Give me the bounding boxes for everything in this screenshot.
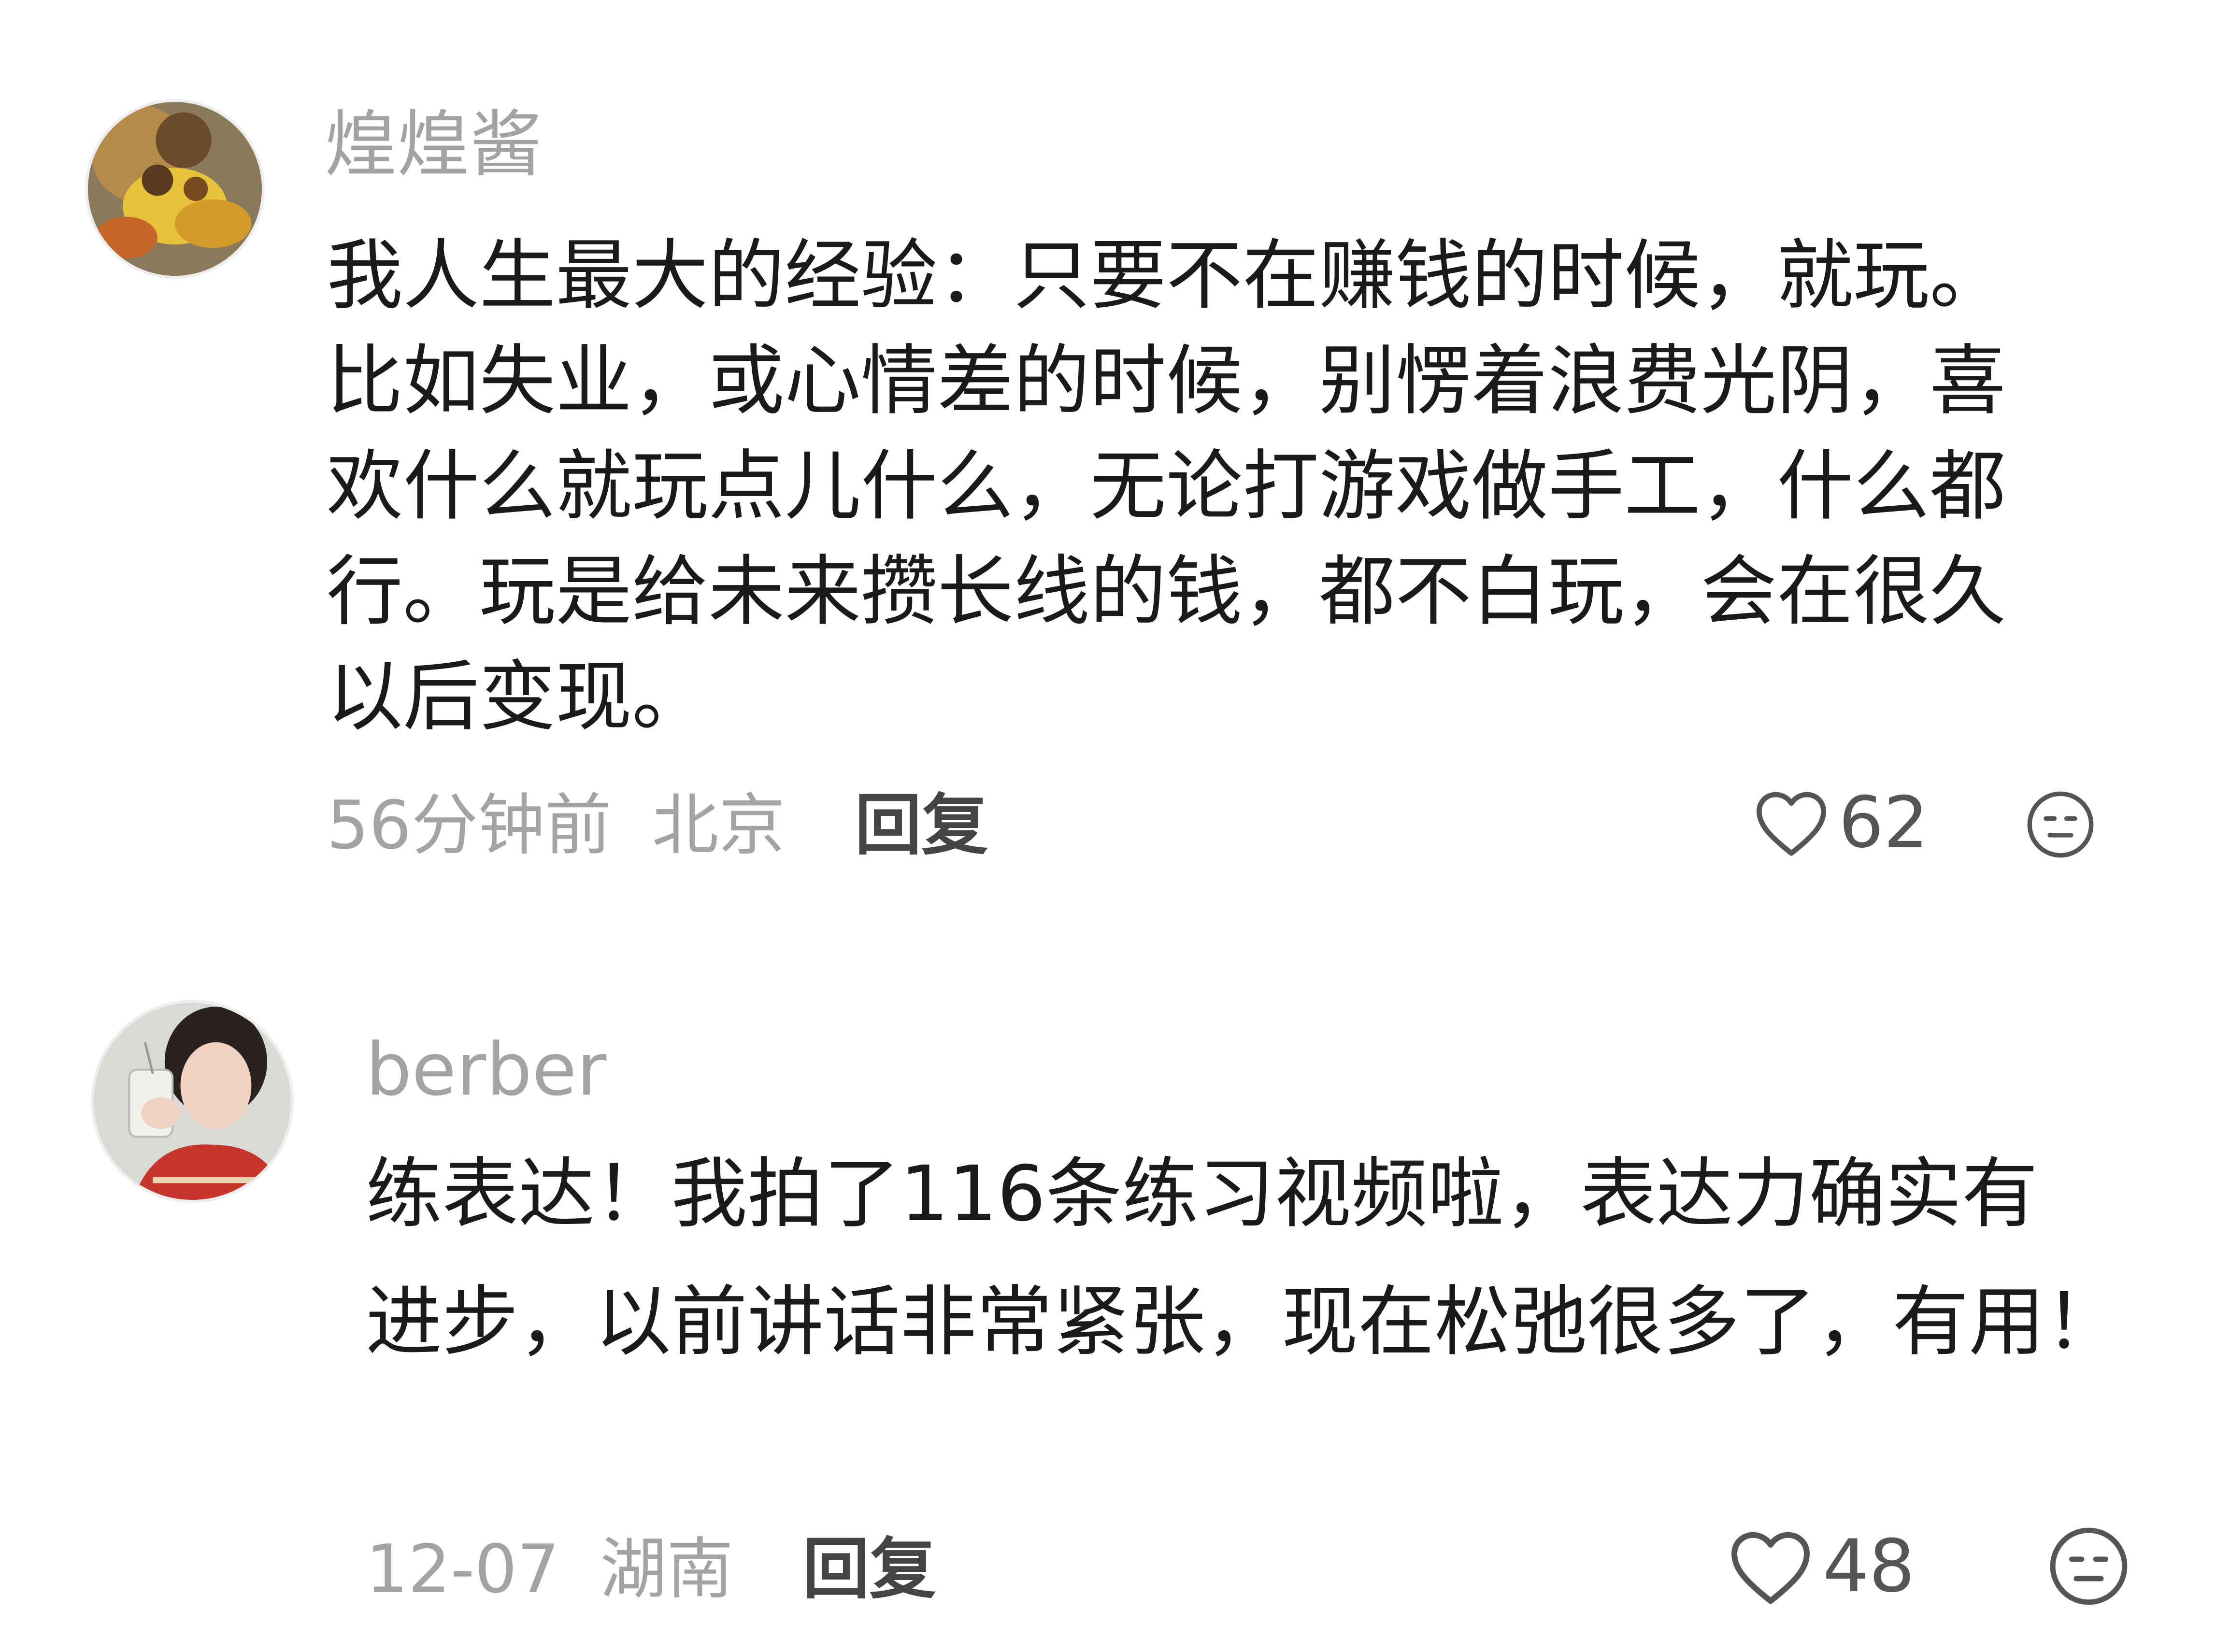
reply-button[interactable]: 回复 — [803, 1530, 936, 1608]
comment-line: 练表达！我拍了116条练习视频啦，表达力确实有 — [366, 1150, 2038, 1239]
comment-line: 进步，以前讲话非常紧张，现在松弛很多了，有用！ — [366, 1278, 2121, 1367]
comment-meta: 12-07 湖南 回复 — [366, 1536, 936, 1603]
meh-face-icon — [2027, 791, 2094, 858]
dislike-button[interactable] — [2024, 788, 2097, 861]
comment-line: 比如失业，或心情差的时候，别愣着浪费光阴，喜 — [327, 337, 2006, 426]
comment-line: 我人生最大的经验：只要不在赚钱的时候，就玩。 — [327, 231, 2006, 320]
username[interactable]: berber — [366, 1034, 606, 1106]
heart-outline-icon — [1731, 1532, 1810, 1604]
location: 北京 — [652, 786, 786, 864]
timestamp: 12-07 — [366, 1530, 559, 1608]
comment-line: 行。玩是给未来攒长线的钱，都不白玩，会在很久 — [327, 547, 2006, 636]
avatar-image — [88, 102, 262, 276]
reply-button[interactable]: 回复 — [855, 786, 988, 864]
comment-meta: 56分钟前 北京 回复 — [327, 792, 988, 859]
comment-line: 欢什么就玩点儿什么，无论打游戏做手工，什么都 — [327, 442, 2006, 531]
like-count: 48 — [1823, 1524, 1915, 1609]
meh-face-icon — [2050, 1527, 2128, 1605]
location: 湖南 — [600, 1530, 733, 1608]
avatar-image — [94, 1003, 291, 1200]
like-count: 62 — [1839, 782, 1929, 864]
like-button[interactable]: 62 — [1753, 786, 1929, 859]
like-button[interactable]: 48 — [1727, 1525, 1915, 1608]
avatar[interactable] — [85, 99, 265, 279]
timestamp: 56分钟前 — [327, 786, 612, 864]
avatar[interactable] — [91, 1000, 294, 1203]
comment-item: 煌煌酱 我人生最大的经验：只要不在赚钱的时候，就玩。 比如失业，或心情差的时候，… — [0, 0, 2216, 918]
comment-text: 我人生最大的经验：只要不在赚钱的时候，就玩。 比如失业，或心情差的时候，别愣着浪… — [327, 223, 2006, 750]
heart-outline-icon — [1757, 792, 1826, 856]
username[interactable]: 煌煌酱 — [325, 109, 542, 181]
comment-line: 以后变现。 — [327, 653, 708, 741]
comment-item: berber 练表达！我拍了116条练习视频啦，表达力确实有 进步，以前讲话非常… — [0, 918, 2216, 1652]
dislike-button[interactable] — [2046, 1524, 2131, 1609]
comment-text: 练表达！我拍了116条练习视频啦，表达力确实有 进步，以前讲话非常紧张，现在松弛… — [366, 1130, 2121, 1386]
